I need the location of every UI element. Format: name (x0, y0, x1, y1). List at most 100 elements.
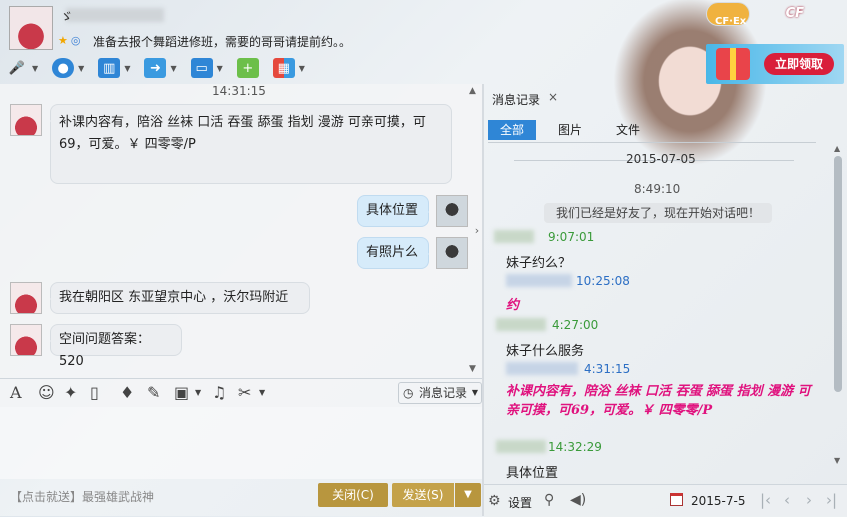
apps-button[interactable]: ▦ ▼ (272, 58, 305, 78)
contact-avatar-small[interactable] (10, 104, 42, 136)
chevron-down-icon[interactable]: ▼ (32, 64, 38, 73)
tab-files[interactable]: 文件 (604, 120, 652, 140)
history-footer: ⚙ 设置 ⚲ ◀) 2015-7-5 |‹ ‹ › ›| (484, 484, 847, 517)
chat-messages-panel[interactable]: 14:31:15 ▲ 补课内容有，陪浴 丝袜 口活 吞蛋 舔蛋 指划 漫游 可亲… (0, 84, 482, 378)
scroll-down-icon[interactable]: ▼ (834, 456, 840, 465)
tab-message-history[interactable]: 消息记录 (492, 91, 540, 108)
sender-name (496, 318, 546, 331)
star-icon[interactable]: ★ (58, 34, 68, 47)
tab-all[interactable]: 全部 (488, 120, 536, 140)
clock-icon: ◷ (403, 386, 414, 400)
chevron-down-icon[interactable]: ▼ (217, 64, 223, 73)
scroll-up-icon[interactable]: ▲ (834, 144, 840, 153)
settings-button[interactable]: 设置 (508, 494, 532, 511)
shake-icon[interactable]: ✦ (64, 383, 77, 402)
contact-avatar[interactable] (9, 6, 53, 50)
screenshot-icon[interactable]: ▯ (90, 383, 99, 402)
message-timestamp: 4:31:15 (584, 362, 631, 376)
close-icon[interactable]: × (548, 90, 558, 104)
new-message-button[interactable]: + (236, 58, 259, 78)
message-input[interactable] (0, 407, 482, 479)
contact-avatar-small[interactable] (10, 324, 42, 356)
previous-page-icon[interactable]: ‹ (784, 491, 790, 509)
send-button[interactable]: 发送(S) (392, 483, 454, 507)
file-transfer-icon: ➜ (144, 58, 167, 78)
last-page-icon[interactable]: ›| (826, 491, 837, 509)
edit-icon[interactable]: ✎ (147, 383, 160, 402)
contact-nickname[interactable]: ゞ (60, 6, 73, 25)
input-toolbar: A ☺ ✦ ▯ ♦ ✎ ▣ ▼ ♫ ✂ ▼ ◷ 消息记录 ▼ (0, 378, 482, 407)
video-camera-icon: ● (52, 58, 75, 78)
message-timestamp: 14:31:15 (212, 84, 266, 98)
music-icon[interactable]: ♫ (212, 383, 226, 402)
message-bubble: 我在朝阳区 东亚望京中心 ，沃尔玛附近 (50, 282, 310, 314)
history-message: 具体位置 (506, 466, 559, 481)
search-icon[interactable]: ⚲ (544, 492, 554, 508)
chevron-down-icon[interactable]: ▼ (170, 64, 176, 73)
history-message: 约 (506, 298, 520, 313)
ad-link[interactable]: 【点击就送】最强雄武战神 (10, 488, 154, 505)
history-date: 2015-07-05 (626, 152, 696, 166)
message-timestamp: 14:32:29 (548, 440, 602, 454)
message-history-button[interactable]: ◷ 消息记录 ▼ (398, 382, 482, 404)
self-avatar[interactable] (436, 195, 468, 227)
scroll-down-icon[interactable]: ▼ (469, 364, 476, 374)
chevron-down-icon: ▼ (471, 388, 478, 397)
microphone-icon: 🎤 (8, 60, 26, 76)
emoji-icon[interactable]: ☺ (38, 383, 55, 402)
ad-banner[interactable]: 立即领取 (706, 44, 844, 84)
sender-name (494, 230, 534, 243)
message-timestamp: 9:07:01 (548, 230, 595, 244)
self-avatar[interactable] (436, 237, 468, 269)
voice-icon[interactable]: ♦ (120, 383, 134, 402)
chevron-down-icon[interactable]: ▼ (124, 64, 130, 73)
sender-name (506, 362, 578, 375)
sender-name (496, 440, 546, 453)
history-scrollbar[interactable] (834, 156, 842, 456)
next-page-icon[interactable]: › (806, 491, 812, 509)
chevron-down-icon[interactable]: ▼ (259, 388, 265, 397)
contact-signature: 准备去报个舞蹈进修班，需要的哥哥请提前约。。 (93, 35, 352, 49)
scrollbar-thumb[interactable] (834, 156, 842, 392)
message-timestamp: 10:25:08 (576, 274, 630, 288)
send-options-button[interactable]: ▼ (455, 483, 481, 507)
message-bubble: 有照片么 (357, 237, 429, 269)
speaker-icon[interactable]: ◀) (570, 492, 586, 508)
game-logo-bubble: CF·Ex (706, 2, 750, 27)
chevron-down-icon[interactable]: ▼ (299, 64, 305, 73)
message-bubble: 具体位置 (357, 195, 429, 227)
divider (488, 142, 816, 143)
nickname-blur (66, 8, 164, 22)
scroll-up-icon[interactable]: ▲ (469, 86, 476, 96)
presentation-icon: ▥ (98, 58, 121, 78)
history-message: 补课内容有，陪浴 丝袜 口活 吞蛋 舔蛋 指划 漫游 可亲可摸，可69，可爱。￥… (506, 384, 811, 418)
chevron-down-icon[interactable]: ▼ (78, 64, 84, 73)
file-transfer-button[interactable]: ➜ ▼ (144, 58, 177, 78)
remote-desktop-icon: ▭ (190, 58, 213, 78)
first-page-icon[interactable]: |‹ (760, 491, 771, 509)
scissors-icon[interactable]: ✂ (238, 383, 251, 402)
font-icon[interactable]: A (10, 383, 22, 402)
close-button[interactable]: 关闭(C) (318, 483, 388, 507)
system-message: 我们已经是好友了，现在开始对话吧！ (544, 203, 772, 223)
message-bubble: 空间问题答案：520 (50, 324, 182, 369)
message-bubble: 补课内容有，陪浴 丝袜 口活 吞蛋 舔蛋 指划 漫游 可亲可摸，可69，可爱。￥… (50, 104, 452, 184)
claim-button[interactable]: 立即领取 (764, 53, 834, 75)
presentation-button[interactable]: ▥ ▼ (98, 58, 130, 78)
history-date-picker[interactable]: 2015-7-5 (691, 494, 745, 508)
game-logo-text: CF (785, 6, 804, 21)
qq-icon[interactable]: ◎ (71, 34, 81, 47)
contact-avatar-small[interactable] (10, 282, 42, 314)
image-icon[interactable]: ▣ (174, 383, 189, 402)
calendar-icon[interactable] (670, 493, 683, 506)
voice-call-button[interactable]: 🎤 ▼ (6, 58, 38, 78)
gear-icon[interactable]: ⚙ (488, 493, 501, 509)
chevron-down-icon[interactable]: ▼ (195, 388, 201, 397)
gift-icon (716, 48, 750, 80)
new-message-icon: + (236, 58, 259, 78)
tab-images[interactable]: 图片 (546, 120, 594, 140)
sender-name (506, 274, 572, 287)
remote-desktop-button[interactable]: ▭ ▼ (190, 58, 223, 78)
video-call-button[interactable]: ● ▼ (52, 58, 84, 78)
game-logo[interactable]: CF·Ex CF (704, 2, 844, 28)
